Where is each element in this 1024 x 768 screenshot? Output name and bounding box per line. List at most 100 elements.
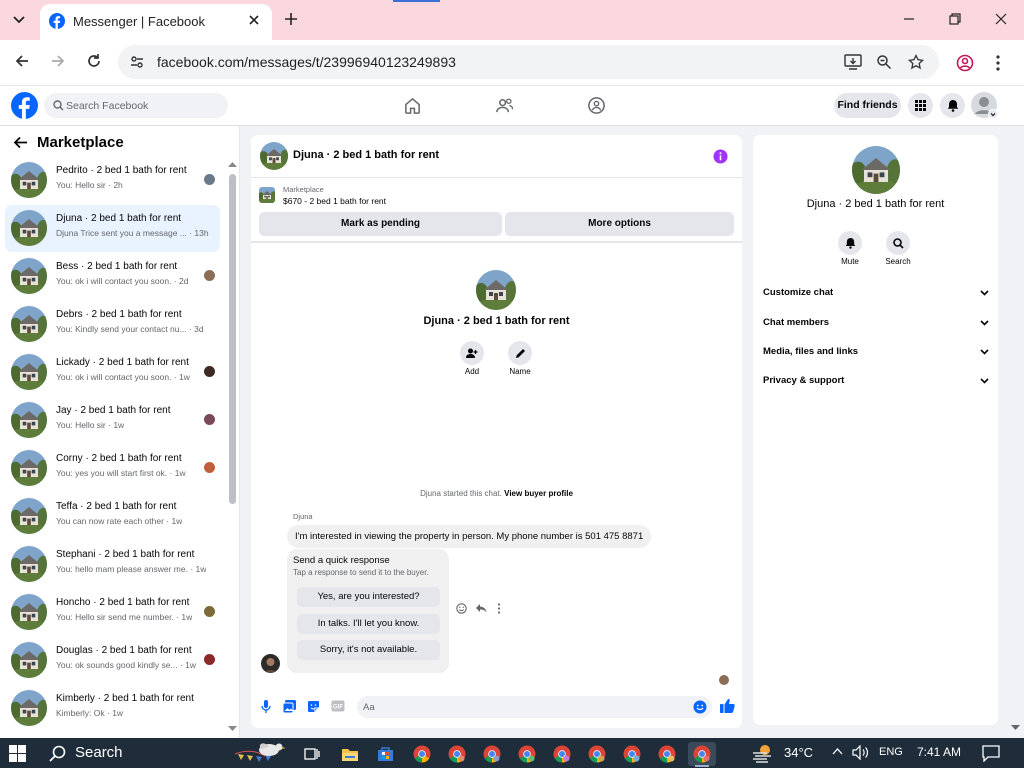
- chrome-icon[interactable]: [443, 742, 471, 766]
- facebook-logo-icon[interactable]: [11, 92, 38, 119]
- customize-chat-section[interactable]: Customize chat: [763, 284, 989, 304]
- weather-haze-icon[interactable]: [751, 743, 775, 763]
- gif-icon[interactable]: GIF: [331, 700, 345, 712]
- store-icon[interactable]: [371, 742, 399, 766]
- media-files-links-section[interactable]: Media, files and links: [763, 343, 989, 363]
- windows-start-icon[interactable]: [9, 745, 26, 762]
- taskbar-search[interactable]: Search: [41, 738, 231, 768]
- more-options-button[interactable]: More options: [505, 212, 734, 236]
- bookmark-star-icon[interactable]: [908, 54, 924, 70]
- quick-response-button[interactable]: Yes, are you interested?: [297, 587, 440, 607]
- conversation-item[interactable]: Corny · 2 bed 1 bath for rent You: yes yo…: [5, 445, 220, 492]
- groups-icon[interactable]: [587, 96, 606, 115]
- tab-search-button[interactable]: [8, 9, 30, 31]
- conversation-item[interactable]: Honcho · 2 bed 1 bath for rent You: Hello…: [5, 589, 220, 636]
- tray-overflow-icon[interactable]: [832, 747, 843, 755]
- info-avatar[interactable]: [852, 146, 900, 194]
- chat-members-section[interactable]: Chat members: [763, 314, 989, 334]
- conversation-item[interactable]: Teffa · 2 bed 1 bath for rent You can now…: [5, 493, 220, 540]
- notification-center-icon[interactable]: [982, 745, 1000, 762]
- conversation-item[interactable]: Douglas · 2 bed 1 bath for rent You: ok s…: [5, 637, 220, 684]
- conversation-item[interactable]: Djuna · 2 bed 1 bath for rent Djuna Trice…: [5, 205, 220, 252]
- temperature[interactable]: 34°C: [784, 745, 813, 760]
- chrome-icon[interactable]: [688, 742, 716, 766]
- scroll-down-icon[interactable]: [228, 725, 237, 732]
- chrome-icon[interactable]: [408, 742, 436, 766]
- mark-as-pending-button[interactable]: Mark as pending: [259, 212, 502, 236]
- conversation-item[interactable]: Kimberly · 2 bed 1 bath for rent Kimberly…: [5, 685, 220, 732]
- scroll-up-icon[interactable]: [228, 161, 237, 168]
- menu-grid-icon[interactable]: [908, 93, 933, 118]
- task-view-icon[interactable]: [298, 742, 326, 766]
- chrome-icon[interactable]: [548, 742, 576, 766]
- microphone-icon[interactable]: [261, 700, 271, 714]
- browser-profile-icon[interactable]: [956, 54, 974, 72]
- facebook-search[interactable]: [44, 93, 228, 118]
- restore-icon[interactable]: [948, 12, 962, 26]
- chrome-icon[interactable]: [513, 742, 541, 766]
- forward-icon[interactable]: [50, 53, 66, 69]
- view-buyer-profile-link[interactable]: View buyer profile: [504, 489, 573, 498]
- clock[interactable]: 7:41 AM: [917, 745, 961, 759]
- sender-avatar[interactable]: [261, 654, 280, 673]
- quick-response-button[interactable]: In talks. I'll let you know.: [297, 614, 440, 634]
- file-explorer-icon[interactable]: [336, 742, 364, 766]
- notifications-bell-icon[interactable]: [940, 93, 965, 118]
- message-more-icon[interactable]: [497, 603, 501, 614]
- chrome-icon[interactable]: [618, 742, 646, 766]
- chrome-icon[interactable]: [653, 742, 681, 766]
- tab-close-icon[interactable]: [247, 13, 261, 27]
- browser-menu-icon[interactable]: [995, 54, 1001, 72]
- edit-name-button[interactable]: [508, 341, 532, 365]
- emoji-icon[interactable]: [693, 700, 707, 714]
- sticker-icon[interactable]: [307, 700, 320, 713]
- conversation-item[interactable]: Lickady · 2 bed 1 bath for rent You: ok i…: [5, 349, 220, 396]
- message-input[interactable]: [363, 696, 683, 718]
- reply-icon[interactable]: [475, 603, 487, 614]
- message-composer[interactable]: [357, 696, 712, 718]
- url-text[interactable]: facebook.com/messages/t/2399694012324989…: [157, 54, 456, 70]
- conversation-list-scrollbar[interactable]: [229, 174, 236, 504]
- close-window-icon[interactable]: [994, 12, 1008, 26]
- friends-icon[interactable]: [495, 96, 514, 115]
- chrome-icon[interactable]: [583, 742, 611, 766]
- conversation-item[interactable]: Debrs · 2 bed 1 bath for rent You: Kindly…: [5, 301, 220, 348]
- privacy-support-section[interactable]: Privacy & support: [763, 372, 989, 392]
- browser-tab[interactable]: Messenger | Facebook: [40, 4, 272, 40]
- listing-price[interactable]: $670 - 2 bed 1 bath for rent: [283, 196, 386, 206]
- thumbs-up-icon[interactable]: [720, 698, 735, 713]
- page-scroll-down-icon[interactable]: [1011, 724, 1020, 731]
- mute-button[interactable]: [838, 231, 862, 255]
- install-app-icon[interactable]: [844, 54, 862, 70]
- conversation-item[interactable]: Pedrito · 2 bed 1 bath for rent You: Hell…: [5, 157, 220, 204]
- search-in-chat-button[interactable]: [886, 231, 910, 255]
- reload-icon[interactable]: [86, 53, 102, 69]
- zoom-icon[interactable]: [876, 54, 892, 70]
- photo-icon[interactable]: [283, 700, 296, 713]
- site-info-icon[interactable]: [129, 54, 145, 70]
- new-tab-icon[interactable]: [283, 11, 299, 27]
- back-icon[interactable]: [14, 53, 30, 69]
- find-friends-button[interactable]: Find friends: [834, 93, 901, 118]
- conversation-item[interactable]: Stephani · 2 bed 1 bath for rent You: hel…: [5, 541, 220, 588]
- account-avatar[interactable]: [971, 92, 998, 119]
- address-bar[interactable]: facebook.com/messages/t/2399694012324989…: [118, 45, 939, 79]
- info-icon[interactable]: [713, 149, 728, 164]
- chrome-icon[interactable]: [478, 742, 506, 766]
- search-input[interactable]: [66, 93, 221, 118]
- language-indicator[interactable]: ENG: [879, 746, 903, 758]
- conversation-thumbnail: [11, 546, 47, 582]
- message-bubble[interactable]: I'm interested in viewing the property i…: [287, 525, 652, 548]
- chat-title[interactable]: Djuna · 2 bed 1 bath for rent: [293, 149, 439, 161]
- chat-header-avatar[interactable]: [260, 142, 288, 170]
- quick-response-button[interactable]: Sorry, it's not available.: [297, 640, 440, 660]
- home-icon[interactable]: [403, 96, 422, 115]
- react-emoji-icon[interactable]: [456, 603, 467, 614]
- listing-thumbnail[interactable]: [259, 187, 275, 203]
- volume-icon[interactable]: [852, 745, 869, 760]
- add-people-button[interactable]: [460, 341, 484, 365]
- conversation-item[interactable]: Jay · 2 bed 1 bath for rent You: Hello si…: [5, 397, 220, 444]
- conversation-item[interactable]: Bess · 2 bed 1 bath for rent You: ok i wi…: [5, 253, 220, 300]
- back-arrow-icon[interactable]: [13, 136, 28, 149]
- minimize-icon[interactable]: [902, 12, 916, 26]
